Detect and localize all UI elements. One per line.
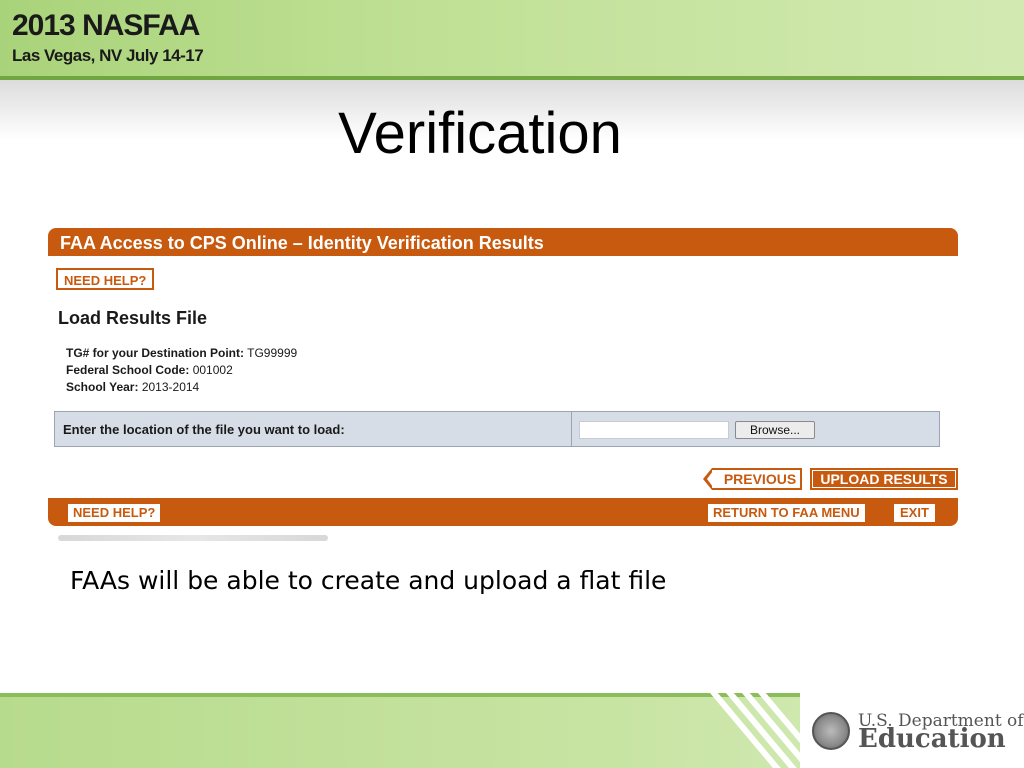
need-help-button[interactable]: NEED HELP? xyxy=(56,268,155,290)
top-banner: 2013 NASFAA Las Vegas, NV July 14-17 xyxy=(0,0,1024,80)
info-label: TG# for your Destination Point: xyxy=(66,346,245,360)
info-value: TG99999 xyxy=(247,346,298,360)
exit-button[interactable]: EXIT xyxy=(894,504,935,522)
screenshot-header-bar: FAA Access to CPS Online – Identity Veri… xyxy=(48,228,958,256)
conference-subtitle: Las Vegas, NV July 14-17 xyxy=(12,46,204,65)
conference-title: 2013 NASFAA xyxy=(12,9,200,42)
slide-title: Verification xyxy=(338,101,622,166)
previous-button[interactable]: PREVIOUS xyxy=(703,468,802,490)
info-label: Federal School Code: xyxy=(66,363,190,377)
file-upload-row: Enter the location of the file you want … xyxy=(54,411,940,447)
seal-icon xyxy=(812,712,850,750)
return-to-faa-menu-button[interactable]: RETURN TO FAA MENU xyxy=(708,504,865,522)
footer-need-help-button[interactable]: NEED HELP? xyxy=(68,504,161,522)
screenshot-header-title: FAA Access to CPS Online – Identity Veri… xyxy=(60,233,544,253)
info-label: School Year: xyxy=(66,380,139,394)
info-value: 001002 xyxy=(192,363,233,377)
embedded-screenshot: FAA Access to CPS Online – Identity Veri… xyxy=(48,228,958,544)
info-school-code: Federal School Code: 001002 xyxy=(66,363,233,377)
blurred-text-line xyxy=(58,535,328,541)
slide-caption: FAAs will be able to create and upload a… xyxy=(70,566,667,595)
browse-button[interactable]: Browse... xyxy=(735,421,815,439)
agency-label: Education xyxy=(858,724,1006,754)
info-value: 2013-2014 xyxy=(141,380,200,394)
previous-label: PREVIOUS xyxy=(723,471,797,487)
upload-results-button[interactable]: UPLOAD RESULTS xyxy=(810,468,958,490)
info-school-year: School Year: 2013-2014 xyxy=(66,380,199,394)
info-tg-number: TG# for your Destination Point: TG99999 xyxy=(66,346,297,360)
file-prompt-label: Enter the location of the file you want … xyxy=(63,422,345,437)
row-divider xyxy=(571,412,572,446)
file-path-input[interactable] xyxy=(579,421,729,439)
section-title: Load Results File xyxy=(58,308,208,328)
